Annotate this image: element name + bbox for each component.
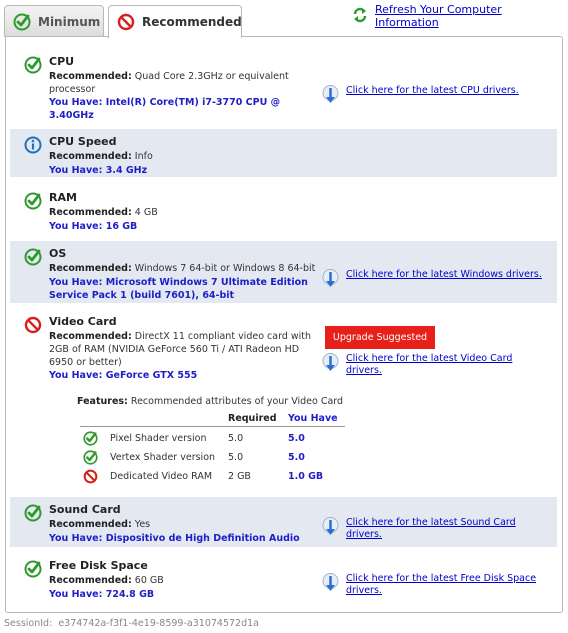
section-title: CPU Speed: [49, 135, 117, 148]
features-header-row: Required You Have: [80, 411, 345, 427]
you-have-line: You Have: Microsoft Windows 7 Ultimate E…: [49, 277, 308, 301]
you-have-line: You Have: 724.8 GB: [49, 589, 155, 600]
tab-recommended-label: Recommended: [142, 15, 242, 29]
driver-link-text[interactable]: Click here for the latest Free Disk Spac…: [346, 573, 546, 597]
windows-driver-link[interactable]: Click here for the latest Windows driver…: [322, 269, 542, 292]
recommended-line: Recommended: Windows 7 64-bit or Windows…: [49, 263, 316, 274]
check-icon: [24, 248, 42, 269]
features-caption: Features: Recommended attributes of your…: [77, 396, 344, 407]
check-icon: [24, 504, 42, 525]
recommended-line: Recommended: Yes: [49, 519, 151, 530]
section-title: OS: [49, 247, 67, 260]
section-title: CPU: [49, 55, 75, 68]
recommended-line: Recommended: DirectX 11 compliant video …: [49, 331, 312, 368]
section-title: RAM: [49, 191, 77, 204]
no-icon: [83, 469, 98, 487]
you-have-line: You Have: Intel(R) Core(TM) i7-3770 CPU …: [49, 97, 281, 121]
recommended-line: Recommended: 4 GB: [49, 207, 158, 218]
feature-required: 2 GB: [228, 471, 251, 482]
session-value: e374742a-f3f1-4e19-8599-a31074572d1a: [58, 618, 259, 629]
check-icon: [24, 560, 42, 581]
cpu-driver-link[interactable]: Click here for the latest CPU drivers.: [322, 85, 519, 108]
no-icon: [117, 13, 135, 31]
session-label: SessionId:: [4, 618, 53, 629]
refresh-link-text[interactable]: Refresh Your Computer Information: [375, 3, 568, 29]
tab-minimum-label: Minimum: [38, 14, 101, 29]
driver-link-text[interactable]: Click here for the latest Sound Card dri…: [346, 517, 521, 541]
check-icon: [13, 13, 31, 31]
download-icon: [322, 269, 339, 292]
check-icon: [24, 192, 42, 213]
section-video-card: Video Card Recommended: DirectX 11 compl…: [10, 309, 557, 489]
col-you-have: You Have: [288, 413, 338, 424]
you-have-line: You Have: 3.4 GHz: [49, 165, 148, 176]
video-driver-link[interactable]: Click here for the latest Video Card dri…: [322, 353, 516, 377]
feature-have: 5.0: [288, 433, 305, 444]
feature-row: Vertex Shader version 5.0 5.0: [80, 448, 370, 467]
session-id: SessionId: e374742a-f3f1-4e19-8599-a3107…: [4, 618, 259, 629]
feature-name: Vertex Shader version: [110, 452, 216, 463]
driver-link-text[interactable]: Click here for the latest Video Card dri…: [346, 353, 516, 377]
section-sound-card: Sound Card Recommended: Yes You Have: Di…: [10, 497, 557, 547]
check-icon: [83, 431, 98, 449]
section-ram: RAM Recommended: 4 GB You Have: 16 GB: [10, 185, 557, 233]
upgrade-suggested-badge: Upgrade Suggested: [325, 326, 435, 349]
recommended-line: Recommended: Quad Core 2.3GHz or equival…: [49, 71, 289, 95]
check-icon: [24, 56, 42, 77]
section-cpu-speed: CPU Speed Recommended: Info You Have: 3.…: [10, 129, 557, 177]
you-have-line: You Have: 16 GB: [49, 221, 138, 232]
tab-minimum[interactable]: Minimum: [4, 5, 104, 37]
feature-required: 5.0: [228, 433, 244, 444]
feature-have: 5.0: [288, 452, 305, 463]
section-cpu: CPU Recommended: Quad Core 2.3GHz or equ…: [10, 49, 557, 125]
feature-name: Dedicated Video RAM: [110, 471, 213, 482]
section-title: Sound Card: [49, 503, 121, 516]
download-icon: [322, 353, 339, 376]
feature-row: Dedicated Video RAM 2 GB 1.0 GB: [80, 467, 370, 486]
recommended-line: Recommended: Info: [49, 151, 153, 162]
check-icon: [83, 450, 98, 468]
download-icon: [322, 85, 339, 108]
feature-have: 1.0 GB: [288, 471, 324, 482]
sound-driver-link[interactable]: Click here for the latest Sound Card dri…: [322, 517, 521, 541]
feature-row: Pixel Shader version 5.0 5.0: [80, 429, 370, 448]
you-have-line: You Have: Dispositivo de High Definition…: [49, 533, 300, 544]
you-have-line: You Have: GeForce GTX 555: [49, 370, 198, 381]
section-title: Free Disk Space: [49, 559, 148, 572]
recommended-line: Recommended: 60 GB: [49, 575, 164, 586]
no-icon: [24, 316, 42, 337]
download-icon: [322, 573, 339, 596]
feature-name: Pixel Shader version: [110, 433, 207, 444]
download-icon: [322, 517, 339, 540]
section-title: Video Card: [49, 315, 117, 328]
refresh-link[interactable]: Refresh Your Computer Information: [352, 3, 568, 29]
section-free-disk-space: Free Disk Space Recommended: 60 GB You H…: [10, 553, 557, 605]
requirements-panel: CPU Recommended: Quad Core 2.3GHz or equ…: [5, 36, 563, 613]
refresh-icon: [352, 7, 368, 26]
driver-link-text[interactable]: Click here for the latest CPU drivers.: [346, 85, 519, 97]
section-os: OS Recommended: Windows 7 64-bit or Wind…: [10, 241, 557, 303]
col-required: Required: [228, 413, 277, 424]
feature-required: 5.0: [228, 452, 244, 463]
info-icon: [24, 136, 42, 157]
tab-recommended[interactable]: Recommended: [108, 5, 242, 38]
disk-driver-link[interactable]: Click here for the latest Free Disk Spac…: [322, 573, 546, 597]
driver-link-text[interactable]: Click here for the latest Windows driver…: [346, 269, 542, 281]
